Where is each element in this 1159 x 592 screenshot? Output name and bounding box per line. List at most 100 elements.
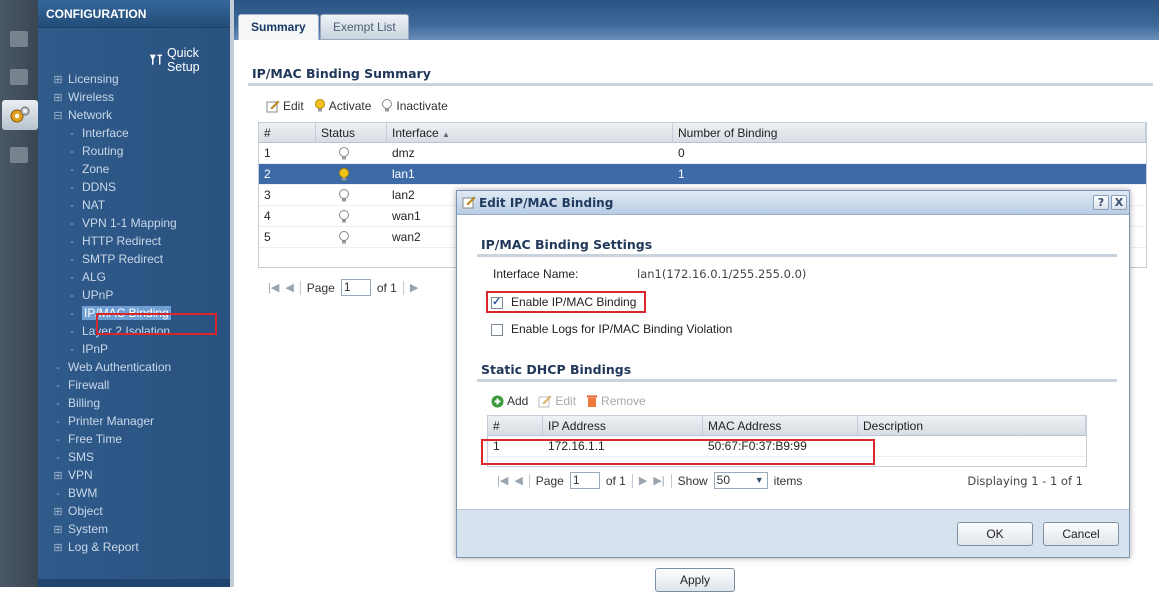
sidebar-item-licensing[interactable]: ⊞ Licensing [38,70,230,88]
sidebar-item-network[interactable]: ⊟ Network [38,106,230,124]
ok-button[interactable]: OK [957,522,1033,546]
col-mac-address[interactable]: MAC Address [703,416,858,435]
tab-exempt-list[interactable]: Exempt List [320,14,409,40]
next-page-icon[interactable]: ▶ [410,281,418,294]
sidebar-item-smtp-redirect[interactable]: - SMTP Redirect [38,250,230,268]
sidebar-item-log-report[interactable]: ⊞ Log & Report [38,538,230,556]
sidebar-item-zone[interactable]: - Zone [38,160,230,178]
add-button[interactable]: Add [491,394,528,408]
summary-edit-button[interactable]: Edit [266,99,304,113]
sidebar-item-upnp[interactable]: - UPnP [38,286,230,304]
prev-page-icon[interactable]: ◀ [285,281,293,294]
summary-inactivate-button[interactable]: Inactivate [381,99,448,113]
table-row[interactable]: 1 dmz 0 [259,143,1146,164]
maintenance-icon[interactable] [3,140,35,170]
configuration-menu: CONFIGURATION Quick Setup ⊞ Licensing ⊞ Wir… [38,0,230,587]
sidebar-item-label: UPnP [82,288,114,302]
quick-setup-icon [150,54,163,65]
remove-button[interactable]: Remove [586,394,646,408]
inactive-bulb-icon [339,146,349,160]
sidebar-item-label: HTTP Redirect [82,234,162,248]
col-status[interactable]: Status [316,123,387,142]
close-button[interactable]: X [1111,195,1127,210]
sidebar-item-object[interactable]: ⊞ Object [38,502,230,520]
next-page-icon[interactable]: ▶ [639,474,647,487]
sidebar-item-web-authentication[interactable]: - Web Authentication [38,358,230,376]
sidebar-item-sms[interactable]: - SMS [38,448,230,466]
chevron-down-icon: ▼ [754,475,764,485]
sidebar-item-http-redirect[interactable]: - HTTP Redirect [38,232,230,250]
help-button[interactable]: ? [1093,195,1109,210]
col-number[interactable]: # [259,123,316,142]
sidebar-item-label: SMTP Redirect [82,252,164,266]
sidebar-item-firewall[interactable]: - Firewall [38,376,230,394]
menu-header: CONFIGURATION [38,0,230,28]
col-description[interactable]: Description [858,416,1086,435]
static-page-input[interactable]: 1 [569,472,600,489]
sidebar-item-label: VPN 1-1 Mapping [82,216,177,230]
summary-divider [248,83,1153,86]
inactive-bulb-icon [339,209,349,223]
summary-table-header: # Status Interface ▲ Number of Binding [259,123,1146,143]
add-icon [491,395,504,407]
bullet-icon: - [56,416,60,428]
cancel-button[interactable]: Cancel [1043,522,1119,546]
first-page-icon[interactable]: |◀ [268,281,279,294]
last-page-icon[interactable]: ▶| [653,474,664,487]
sidebar-item-ddns[interactable]: - DDNS [38,178,230,196]
prev-page-icon[interactable]: ◀ [514,474,522,487]
sidebar-item-alg[interactable]: - ALG [38,268,230,286]
bullet-icon: - [56,362,60,374]
sidebar-item-label: SMS [68,450,95,464]
col-interface[interactable]: Interface ▲ [387,123,673,142]
sidebar-item-bwm[interactable]: - BWM [38,484,230,502]
sidebar-item-free-time[interactable]: - Free Time [38,430,230,448]
enable-logs-checkbox[interactable] [491,323,503,336]
dialog-footer: OK Cancel [457,509,1129,557]
monitor-icon[interactable] [3,62,35,92]
sidebar-item-label: Printer Manager [68,414,155,428]
table-row[interactable]: 2 lan1 1 [259,164,1146,185]
summary-page-input[interactable]: 1 [340,279,371,296]
sidebar-item-label: Network [68,108,113,122]
col-number-of-binding[interactable]: Number of Binding [673,123,1146,142]
sidebar-item-nat[interactable]: - NAT [38,196,230,214]
sidebar-item-vpn-1-1-mapping[interactable]: - VPN 1-1 Mapping [38,214,230,232]
sidebar-item-label: Free Time [68,432,123,446]
bullet-icon: - [70,308,74,320]
sidebar-item-routing[interactable]: - Routing [38,142,230,160]
static-divider [477,379,1117,382]
page-size-select[interactable]: 50 ▼ [713,472,768,489]
sidebar-item-billing[interactable]: - Billing [38,394,230,412]
dashboard-icon[interactable] [3,24,35,54]
tab-summary[interactable]: Summary [238,14,319,40]
static-pager: |◀ ◀ Page 1 of 1 ▶ ▶| Show 50 ▼ items Dis… [497,472,1083,489]
sidebar-item-vpn[interactable]: ⊞ VPN [38,466,230,484]
configuration-gear-icon[interactable] [2,100,38,130]
sidebar-item-wireless[interactable]: ⊞ Wireless [38,88,230,106]
first-page-icon[interactable]: |◀ [497,474,508,487]
static-bindings-title: Static DHCP Bindings [481,362,632,377]
enable-logs-row[interactable]: Enable Logs for IP/MAC Binding Violation [491,322,732,336]
sidebar-item-printer-manager[interactable]: - Printer Manager [38,412,230,430]
sidebar-item-label: Zone [82,162,110,176]
sidebar-item-interface[interactable]: - Interface [38,124,230,142]
expand-icon: ⊞ [53,524,63,536]
col-number[interactable]: # [488,416,543,435]
tab-bar: Summary Exempt List [234,0,1159,40]
bullet-icon: - [70,164,74,176]
col-ip-address[interactable]: IP Address [543,416,703,435]
bullet-icon: - [56,488,60,500]
static-edit-button[interactable]: Edit [538,394,576,408]
sidebar-item-ipnp[interactable]: - IPnP [38,340,230,358]
interface-name-value: lan1(172.16.0.1/255.255.0.0) [637,267,807,281]
apply-button[interactable]: Apply [655,568,735,592]
sidebar-item-label: Interface [82,126,129,140]
sidebar-item-system[interactable]: ⊞ System [38,520,230,538]
sidebar-item-label: Log & Report [68,540,139,554]
summary-toolbar: Edit Activate Inactivate [266,99,448,113]
summary-pager: |◀ ◀ Page 1 of 1 ▶ [268,279,419,296]
sidebar-item-label: Licensing [68,72,119,86]
summary-activate-button[interactable]: Activate [314,99,371,113]
expand-icon: ⊞ [53,470,63,482]
